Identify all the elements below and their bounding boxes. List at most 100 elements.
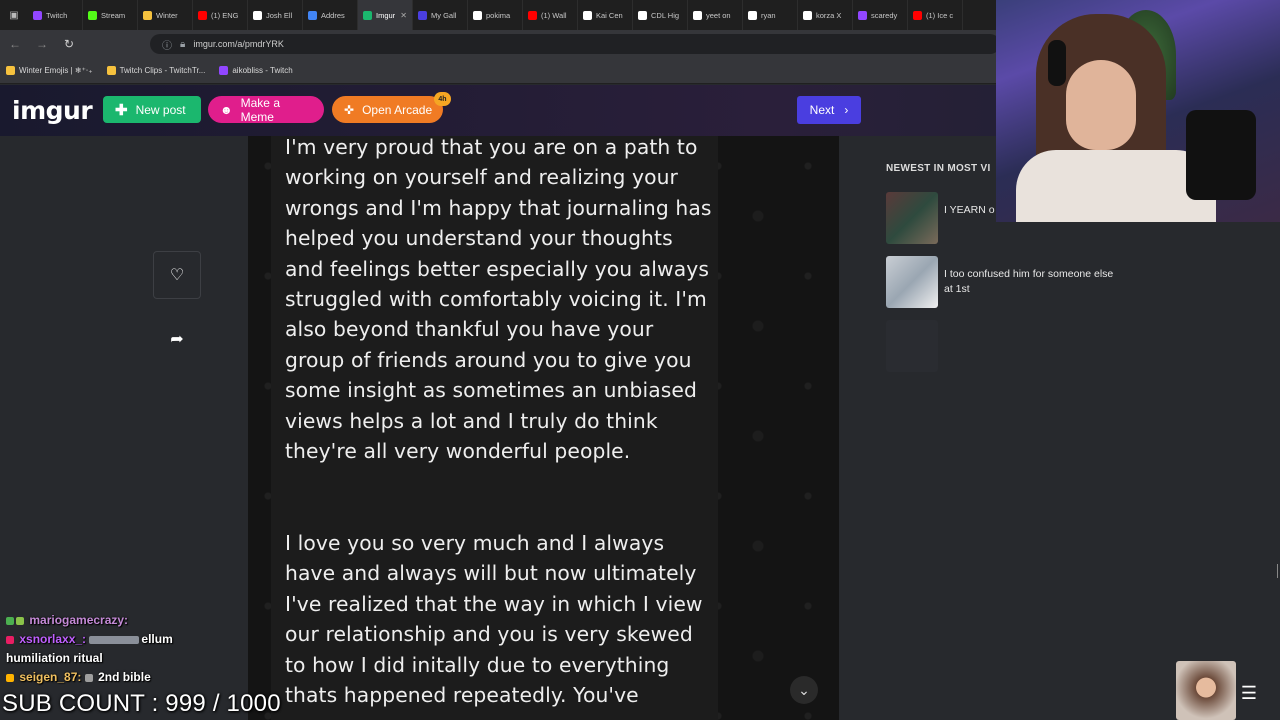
browser-tab[interactable]: Winter [138,0,193,30]
meme-face-icon: ☻ [220,102,233,117]
tab-favicon-icon [583,10,592,20]
arcade-badge: 4h [434,92,451,106]
sidebar-post-title: I too confused him for someone else at 1… [944,268,1114,295]
post-paragraph-1: I'm very proud that you are on a path to… [285,135,712,464]
folder-icon [106,66,116,75]
lock-icon: 🔒︎ [180,38,186,50]
stream-chat: mariogamecrazy: xsnorlaxx_: ellum humili… [6,611,256,687]
emote-icon [84,673,93,682]
tab-label: Addres [321,10,345,20]
chat-text: ellum [141,632,173,646]
share-arrow-icon: ➦ [170,331,184,348]
browser-tab[interactable]: Kai Cen [578,0,633,30]
new-post-button[interactable]: ✚ New post [103,96,201,123]
bookmark-winter-emojis[interactable]: Winter Emojis | ❄︎⁺‧₊ [6,66,93,75]
address-bar[interactable]: ⓘ 🔒︎ imgur.com/a/pmdrYRK [150,34,1000,54]
tab-label: Kai Cen [596,10,623,20]
browser-tab[interactable]: Stream [83,0,138,30]
tab-label: My Gall [431,10,457,20]
tab-favicon-icon [253,10,262,20]
tab-menu-icon[interactable]: ▣ [0,0,28,30]
sidebar-title: NEWEST IN MOST VI [886,163,991,174]
gamepad-icon: ✜ [344,102,355,117]
browser-tab[interactable]: CDL Hig [633,0,688,30]
mini-webcam-overlay [1176,661,1236,720]
sidebar-post-item[interactable] [886,320,1116,372]
browser-tab[interactable]: Addres [303,0,358,30]
next-button[interactable]: Next › [797,96,861,124]
scroll-down-button[interactable]: ⌄ [790,676,818,704]
post-thumbnail [886,320,938,372]
browser-tab[interactable]: Josh Ell [248,0,303,30]
open-arcade-button[interactable]: ✜ Open Arcade [332,96,443,123]
tab-favicon-icon [418,10,427,20]
heart-badge-icon [6,635,14,644]
browser-tab[interactable]: (1) ENG [193,0,248,30]
tab-favicon-icon [638,10,647,20]
twitch-icon [219,66,229,75]
browser-tab[interactable]: ryan [743,0,798,30]
chat-username: xsnorlaxx_: [19,632,87,646]
new-post-label: New post [135,102,186,117]
share-button[interactable]: ➦ [165,327,189,351]
heart-icon: ♡ [169,267,185,284]
browser-tab[interactable]: korza X [798,0,853,30]
close-tab-icon[interactable]: ✕ [400,11,407,20]
stream-logo-icon: ☰ [1240,682,1258,703]
back-icon[interactable]: ← [3,37,27,51]
tab-favicon-icon [308,10,317,20]
tab-favicon-icon [528,10,537,20]
favorite-button[interactable]: ♡ [153,251,201,299]
tab-label: (1) ENG [211,10,239,20]
tab-label: CDL Hig [651,10,680,20]
tab-label: (1) Wall [541,10,567,20]
bookmark-aikobliss[interactable]: aikobliss - Twitch [219,66,293,75]
tab-label: Winter [156,10,178,20]
tab-label: yeet on [706,10,731,20]
browser-tab[interactable]: Twitch [28,0,83,30]
url-text: imgur.com/a/pmdrYRK [193,39,284,49]
chevron-down-icon: ⌄ [798,681,810,698]
chat-message: mariogamecrazy: [6,611,256,630]
chat-username: seigen_87: [19,670,82,684]
imgur-logo[interactable]: imgur [12,96,93,125]
open-arcade-label: Open Arcade [362,102,433,117]
tab-label: scaredy [871,10,898,20]
chat-username: mariogamecrazy: [29,613,129,627]
tab-label: pokima [486,10,511,20]
browser-tab[interactable]: (1) Wall [523,0,578,30]
browser-tab[interactable]: My Gall [413,0,468,30]
forward-icon[interactable]: → [30,37,54,51]
chat-text: humiliation ritual [6,651,103,665]
tab-favicon-icon [803,10,812,20]
tab-label: korza X [816,10,842,20]
browser-tab[interactable]: pokima [468,0,523,30]
reload-icon[interactable]: ↻ [57,37,81,51]
tab-label: (1) Ice c [926,10,954,20]
tab-favicon-icon [88,10,97,20]
sidebar-post-item[interactable]: I too confused him for someone else at 1… [886,256,1116,308]
tab-favicon-icon [473,10,482,20]
sidebar-post-title: I YEARN o [944,204,995,216]
webcam-overlay [996,0,1280,222]
browser-tab[interactable]: scaredy [853,0,908,30]
folder-icon [6,66,15,75]
make-meme-label: Make a Meme [240,95,280,124]
browser-tab[interactable]: (1) Ice c [908,0,963,30]
browser-tab[interactable]: Imgur ✕ [358,0,413,30]
bookmark-label: Winter Emojis | ❄︎⁺‧₊ [19,66,93,75]
tab-favicon-icon [693,10,702,20]
site-info-icon[interactable]: ⓘ [162,37,172,52]
chat-message: xsnorlaxx_: ellum [6,630,256,649]
tab-favicon-icon [748,10,757,20]
tab-label: Imgur [376,10,396,20]
tab-favicon-icon [363,10,372,20]
make-meme-button[interactable]: ☻ Make a Meme [208,95,324,124]
bookmark-twitch-clips[interactable]: Twitch Clips - TwitchTr... [106,66,205,75]
post-paragraph-2: I love you so very much and I always hav… [285,531,703,708]
scrollbar-marker[interactable] [1274,564,1278,578]
browser-tab[interactable]: yeet on [688,0,743,30]
tab-favicon-icon [198,10,207,20]
tab-favicon-icon [913,10,922,20]
tab-label: Twitch [46,10,68,20]
